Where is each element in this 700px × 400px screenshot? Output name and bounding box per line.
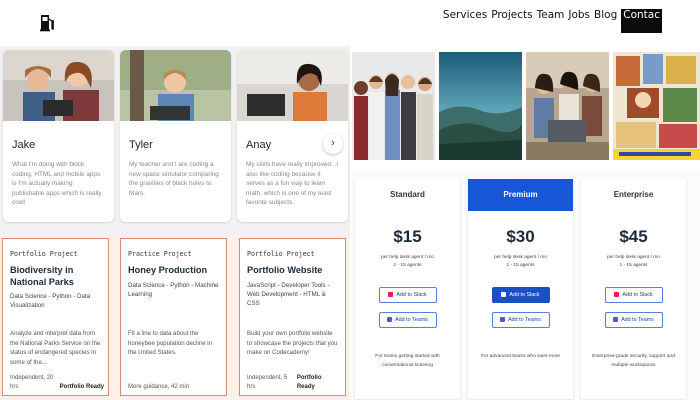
pricing-card-enterprise: Enterprise $45 per help desk agent / mo …: [581, 179, 686, 399]
plan-name: Standard: [390, 190, 425, 199]
add-to-teams-button[interactable]: Add to Teams: [491, 312, 550, 328]
teams-icon: [613, 317, 619, 322]
plan-agent-range: 1 - 15 agents: [506, 263, 535, 268]
testimonial-name: Tyler: [129, 139, 153, 151]
project-title: Biodiversity in National Parks: [10, 265, 74, 287]
add-to-slack-button[interactable]: Add to Slack: [378, 287, 437, 303]
plan-per-agent: per help desk agent / mo: [381, 255, 434, 260]
project-tags: Data Science - Python - Data Visualizati…: [10, 293, 91, 310]
pricing-section: Standard $15 per help desk agent / mo 1 …: [352, 170, 700, 400]
portfolio-ready-badge: Portfolio Ready: [59, 384, 104, 390]
testimonial-quote: My skills have really improved...I also …: [246, 161, 338, 207]
student-photo-tyler: [120, 50, 231, 121]
project-cards-section: Portfolio Project Biodiversity in Nation…: [0, 236, 350, 400]
plan-unit: per help desk agent / mo 1 - 15 agents: [468, 254, 573, 270]
testimonial-carousel: Jake What I'm doing with block coding, H…: [0, 46, 350, 236]
plan-name: Enterprise: [613, 190, 654, 199]
add-to-slack-label: Add to Slack: [622, 292, 653, 298]
project-footer: Independent, 5 hrs Portfolio Ready: [247, 374, 341, 392]
project-duration: More guidance, 42 min: [128, 384, 190, 390]
carousel-next-button[interactable]: ›: [323, 134, 343, 154]
student-photo-jake: [3, 50, 114, 121]
project-duration: Independent, 20 hrs: [10, 375, 54, 390]
project-title: Honey Production: [128, 265, 208, 275]
add-to-teams-button[interactable]: Add to Teams: [378, 312, 437, 328]
nav-jobs[interactable]: Jobs: [568, 9, 590, 21]
project-description: Analyze and interpret data from the Nati…: [10, 330, 101, 366]
nav-team[interactable]: Team: [537, 9, 565, 21]
plan-price: $30: [506, 227, 535, 246]
project-card[interactable]: Practice Project Honey Production Data S…: [120, 238, 227, 396]
plan-unit: per help desk agent / mo 1 - 15 agents: [581, 254, 686, 270]
teams-icon: [500, 317, 506, 322]
plan-name: Premium: [468, 179, 573, 211]
main-nav: Services Projects Team Jobs Blog Contac: [439, 9, 662, 33]
plan-description: For advanced teams who want more: [480, 354, 561, 359]
slack-icon: [614, 292, 620, 297]
nav-contact[interactable]: Contac: [621, 9, 662, 33]
add-to-slack-button[interactable]: Add to Slack: [604, 287, 663, 303]
slack-icon: [388, 292, 394, 297]
plan-agent-range: 1 - 15 agents: [393, 263, 422, 268]
add-to-slack-label: Add to Slack: [396, 292, 427, 298]
portfolio-ready-badge: Portfolio Ready: [296, 375, 322, 390]
slack-icon: [501, 292, 507, 297]
students-group-photo: [352, 52, 435, 160]
student-photo-anay: [237, 50, 348, 121]
plan-price: $45: [619, 227, 648, 246]
landscape-photo: [439, 52, 522, 160]
project-title: Portfolio Website: [247, 265, 323, 275]
project-type: Practice Project: [128, 250, 192, 258]
testimonial-quote: My teacher and I are coding a new space …: [129, 161, 219, 197]
plan-per-agent: per help desk agent / mo: [607, 255, 660, 260]
pricing-card-premium: Premium $30 per help desk agent / mo 1 -…: [468, 179, 573, 399]
testimonial-card: Jake What I'm doing with block coding, H…: [3, 50, 114, 222]
add-to-teams-label: Add to Teams: [508, 317, 541, 323]
nav-services[interactable]: Services: [443, 9, 487, 21]
add-to-slack-button[interactable]: Add to Slack: [491, 287, 550, 303]
plan-unit: per help desk agent / mo 1 - 15 agents: [355, 254, 460, 270]
plan-price: $15: [393, 227, 422, 246]
add-to-slack-label: Add to Slack: [509, 292, 540, 298]
top-nav-bar: Services Projects Team Jobs Blog Contac: [0, 0, 700, 46]
testimonial-name: Jake: [12, 139, 36, 151]
teams-icon: [387, 317, 393, 322]
cookbook-collage-photo: [613, 52, 700, 160]
project-footer: More guidance, 42 min: [128, 383, 222, 392]
project-tags: Data Science - Python - Machine Learning: [128, 281, 219, 298]
project-type: Portfolio Project: [10, 250, 78, 258]
plan-description: For teams getting started with conversat…: [375, 354, 440, 368]
plan-agent-range: 1 - 15 agents: [619, 263, 648, 268]
chevron-right-icon: ›: [331, 137, 335, 149]
project-tags: JavaScript - Developer Tools - Web Devel…: [247, 281, 330, 308]
testimonial-card: Tyler My teacher and I are coding a new …: [120, 50, 231, 222]
project-description: Fit a line to data about the honeybee po…: [128, 330, 213, 357]
project-duration: Independent, 5 hrs: [247, 375, 288, 390]
project-card[interactable]: Portfolio Project Portfolio Website Java…: [239, 238, 346, 396]
add-to-teams-label: Add to Teams: [621, 317, 654, 323]
gas-pump-logo-icon[interactable]: [39, 12, 55, 32]
project-card[interactable]: Portfolio Project Biodiversity in Nation…: [2, 238, 109, 396]
project-type: Portfolio Project: [247, 250, 315, 258]
project-footer: Independent, 20 hrs Portfolio Ready: [10, 374, 104, 392]
pricing-card-standard: Standard $15 per help desk agent / mo 1 …: [355, 179, 460, 399]
nav-projects[interactable]: Projects: [491, 9, 532, 21]
nav-blog[interactable]: Blog: [594, 9, 617, 21]
project-description: Build your own portfolio website to show…: [247, 330, 338, 357]
plan-description: Enterprise-grade security, support and m…: [592, 354, 675, 368]
students-laptop-photo: [526, 52, 609, 160]
plan-per-agent: per help desk agent / mo: [494, 255, 547, 260]
add-to-teams-button[interactable]: Add to Teams: [604, 312, 663, 328]
testimonial-quote: What I'm doing with block coding, HTML a…: [12, 161, 102, 207]
add-to-teams-label: Add to Teams: [395, 317, 428, 323]
